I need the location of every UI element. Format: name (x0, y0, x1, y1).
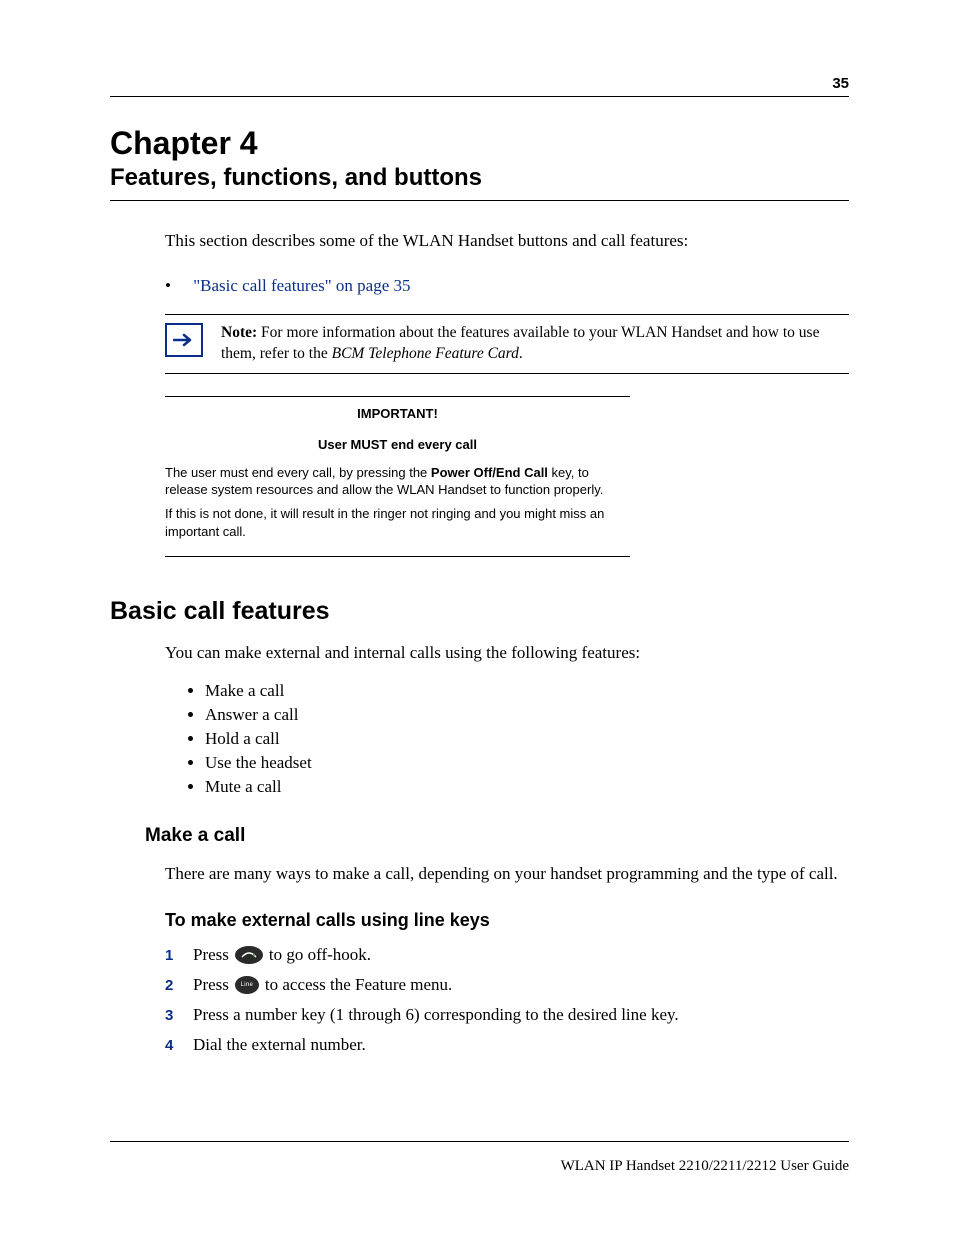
list-item: Answer a call (205, 705, 849, 725)
step-item: 2 Press Line to access the Feature menu. (165, 975, 849, 995)
feature-list: Make a call Answer a call Hold a call Us… (165, 681, 849, 797)
section-title: Basic call features (110, 597, 849, 626)
note-emph: BCM Telephone Feature Card (332, 345, 519, 362)
steps-heading: To make external calls using line keys (165, 910, 849, 931)
imp-p1b: Power Off/End Call (431, 465, 548, 480)
important-p2: If this is not done, it will result in t… (165, 505, 630, 540)
note-label: Note: (221, 324, 257, 341)
title-rule (110, 200, 849, 201)
list-item: Use the headset (205, 753, 849, 773)
page-number: 35 (110, 75, 849, 92)
xref-link[interactable]: "Basic call features" on page 35 (193, 276, 410, 295)
line-key-icon: Line (235, 976, 259, 994)
chapter-title: Chapter 4 (110, 125, 849, 162)
subsection-title: Make a call (145, 825, 849, 847)
list-item: Mute a call (205, 777, 849, 797)
step-number: 4 (165, 1037, 193, 1054)
note-tail: . (519, 345, 523, 362)
step-text-b: to go off-hook. (269, 945, 371, 965)
step-number: 1 (165, 947, 193, 964)
imp-p1a: The user must end every call, by pressin… (165, 465, 431, 480)
step-text: Press a number key (1 through 6) corresp… (193, 1005, 679, 1025)
list-item: Hold a call (205, 729, 849, 749)
arrow-icon (165, 323, 203, 357)
intro-text: This section describes some of the WLAN … (165, 231, 849, 251)
bullet-dot: • (165, 276, 171, 295)
step-number: 2 (165, 977, 193, 994)
important-block: IMPORTANT! User MUST end every call The … (165, 396, 630, 557)
important-p1: The user must end every call, by pressin… (165, 464, 630, 499)
footer-rule (110, 1141, 849, 1142)
note-box: Note: For more information about the fea… (165, 314, 849, 374)
step-item: 1 Press to go off-hook. (165, 945, 849, 965)
important-subtitle: User MUST end every call (165, 436, 630, 454)
step-text-a: Press (193, 945, 229, 965)
important-title: IMPORTANT! (165, 405, 630, 423)
document-page: 35 Chapter 4 Features, functions, and bu… (0, 0, 954, 1235)
section-intro: You can make external and internal calls… (165, 643, 849, 663)
offhook-key-icon (235, 946, 263, 964)
note-text: Note: For more information about the fea… (221, 323, 849, 365)
footer-text: WLAN IP Handset 2210/2211/2212 User Guid… (110, 1158, 849, 1175)
list-item: Make a call (205, 681, 849, 701)
step-item: 3 Press a number key (1 through 6) corre… (165, 1005, 849, 1025)
header-rule (110, 96, 849, 97)
step-item: 4 Dial the external number. (165, 1035, 849, 1055)
step-number: 3 (165, 1007, 193, 1024)
step-text: Dial the external number. (193, 1035, 366, 1055)
step-text-b: to access the Feature menu. (265, 975, 452, 995)
step-text-a: Press (193, 975, 229, 995)
xref-bullet: • "Basic call features" on page 35 (165, 276, 849, 296)
page-footer: WLAN IP Handset 2210/2211/2212 User Guid… (110, 1141, 849, 1175)
subsection-intro: There are many ways to make a call, depe… (165, 864, 849, 884)
chapter-subtitle: Features, functions, and buttons (110, 164, 849, 192)
steps-list: 1 Press to go off-hook. 2 Press Line to … (165, 945, 849, 1055)
